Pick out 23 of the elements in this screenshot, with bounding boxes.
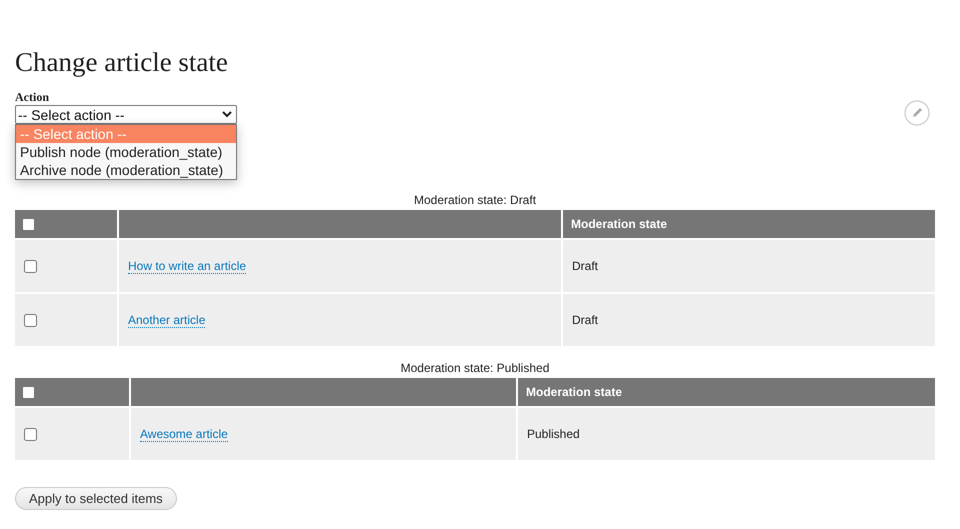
table-header: Moderation state [562,210,935,239]
pencil-icon[interactable] [904,100,930,126]
action-select[interactable]: -- Select action -- [15,105,237,124]
select-all-checkbox[interactable] [23,387,34,398]
table-cell: Draft [562,293,935,346]
apply-button[interactable]: Apply to selected items [15,487,177,510]
row-checkbox[interactable] [24,428,37,442]
row-checkbox[interactable] [24,260,37,274]
page-title: Change article state [15,46,229,79]
table-cell: Published [517,407,935,460]
table-cell: Draft [562,239,935,293]
article-link[interactable]: Awesome article [140,427,228,442]
article-link[interactable]: Another article [128,313,206,328]
select-all-checkbox[interactable] [23,219,34,230]
table-caption: Moderation state: Draft [414,193,536,207]
dropdown-option[interactable]: Archive node (moderation_state) [16,161,236,179]
table-header: Moderation state [517,378,935,407]
field-label: Action [15,90,50,104]
row-checkbox[interactable] [24,314,37,328]
table-caption: Moderation state: Published [400,361,550,375]
dropdown-option[interactable]: Publish node (moderation_state) [16,143,236,161]
chevron-icon [222,111,232,118]
article-link[interactable]: How to write an article [128,259,246,274]
